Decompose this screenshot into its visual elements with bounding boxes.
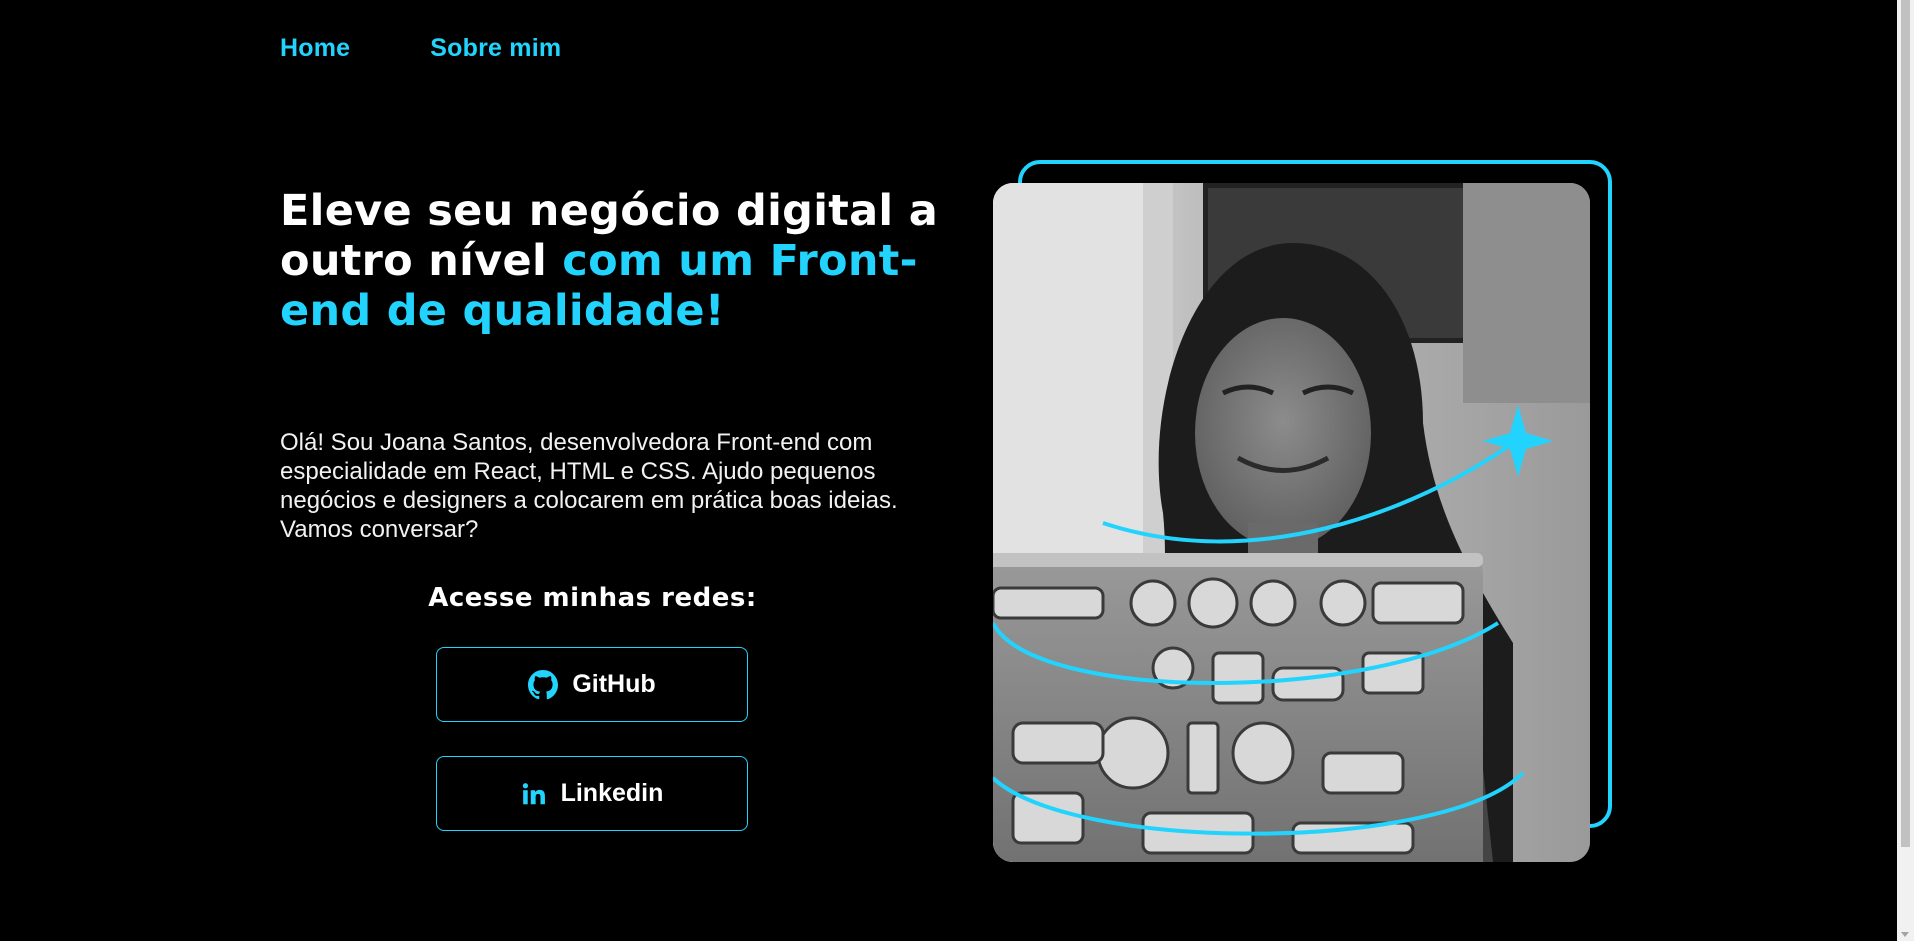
github-label: GitHub [572,670,656,698]
linkedin-icon [521,781,547,807]
github-icon [528,669,559,700]
linkedin-label: Linkedin [560,779,664,807]
nav-link-home[interactable]: Home [280,34,350,63]
github-button[interactable]: GitHub [436,647,748,722]
hero-headline: Eleve seu negócio digital a outro nível … [280,186,940,336]
nav-link-sobre-mim[interactable]: Sobre mim [430,34,561,63]
profile-photo [993,183,1590,862]
linkedin-button[interactable]: Linkedin [436,756,748,831]
page-scrollbar[interactable] [1897,0,1914,941]
top-nav: Home Sobre mim [280,34,561,63]
scroll-down-arrow-icon[interactable] [1901,932,1909,937]
scrollbar-thumb[interactable] [1901,0,1910,847]
hero-intro: Olá! Sou Joana Santos, desenvolvedora Fr… [280,429,898,543]
socials-title: Acesse minhas redes: [428,583,757,613]
